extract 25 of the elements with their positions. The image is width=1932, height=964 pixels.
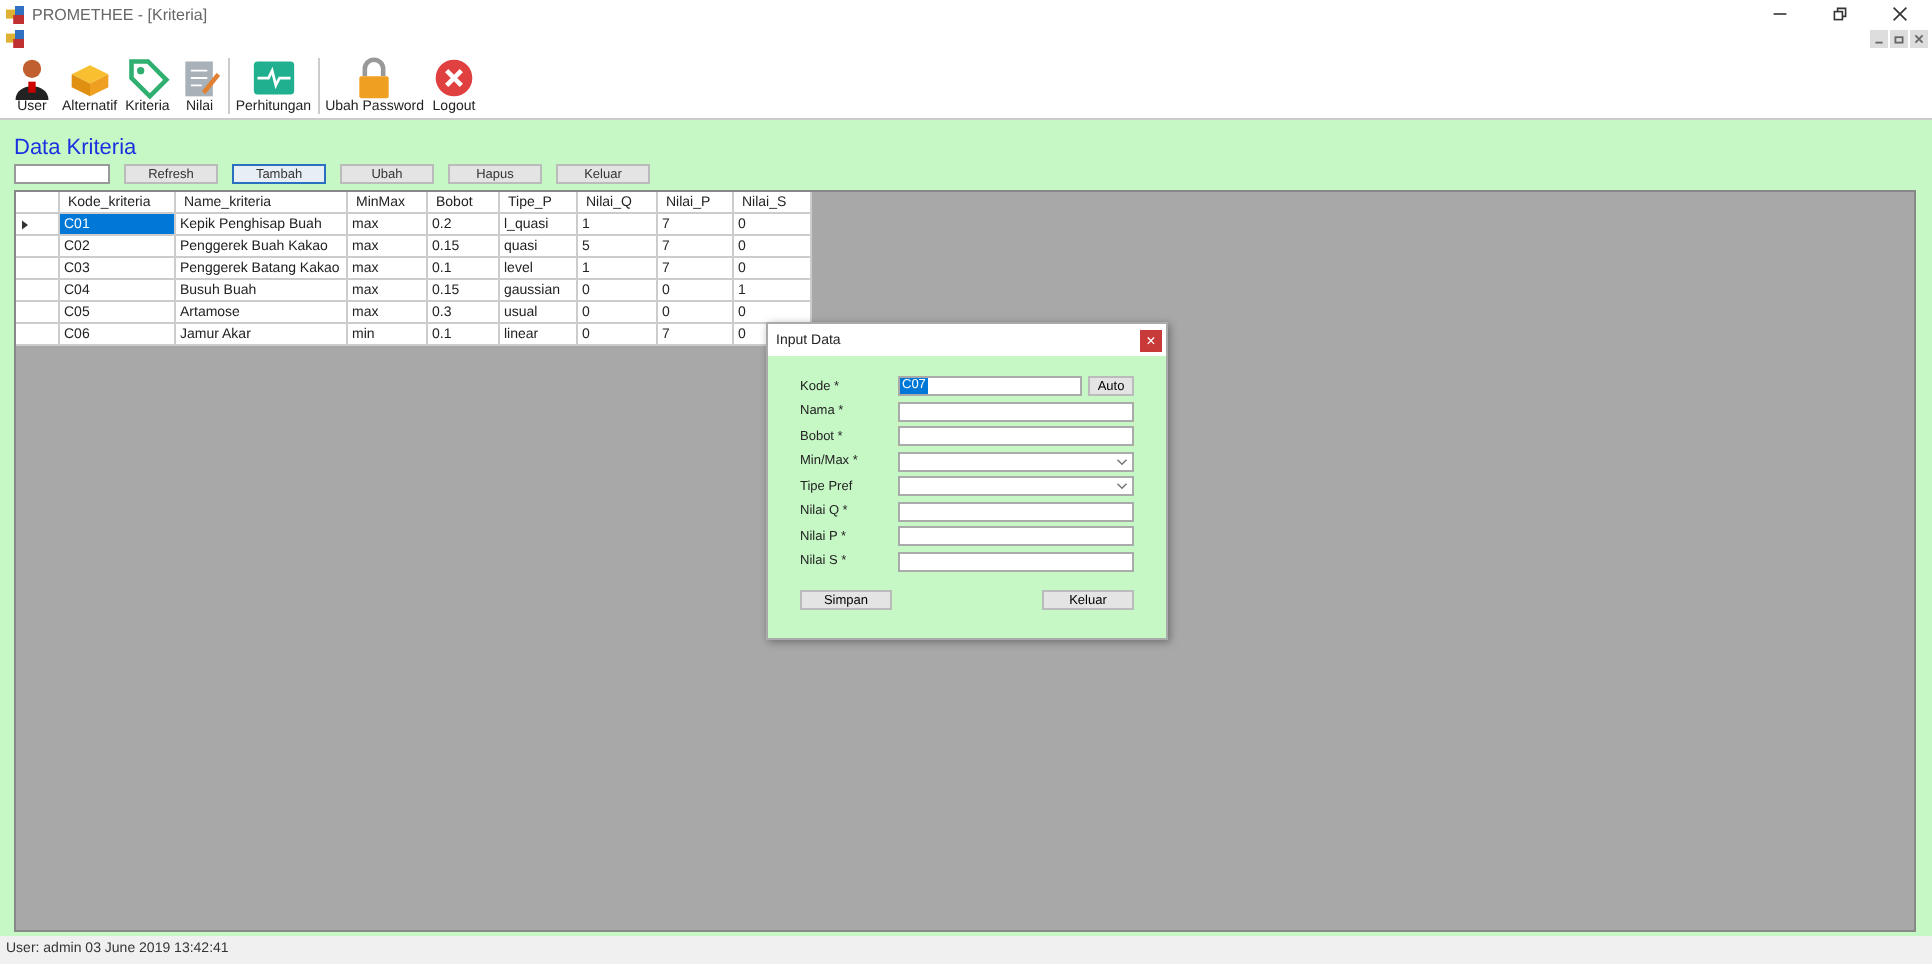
close-icon[interactable] [1892, 6, 1908, 22]
input-field[interactable] [898, 426, 1134, 447]
minimize-icon[interactable] [1870, 29, 1888, 47]
chevron-down-icon [1116, 482, 1128, 491]
input-field[interactable] [898, 526, 1134, 547]
tag-icon [125, 56, 170, 100]
row-pointer-icon [22, 219, 28, 229]
logout-icon [432, 56, 476, 100]
pulse-icon [251, 56, 296, 100]
restore-icon[interactable] [1890, 29, 1908, 47]
chevron-down-icon [1116, 457, 1128, 466]
window-title: PROMETHEE - [Kriteria] [32, 5, 208, 23]
close-icon[interactable] [1910, 29, 1928, 47]
search-field[interactable] [14, 164, 110, 184]
restore-icon[interactable] [1832, 6, 1848, 22]
dropdown[interactable] [898, 476, 1134, 497]
input-field[interactable] [898, 501, 1134, 522]
input-field[interactable] [898, 551, 1134, 572]
app-icon [6, 5, 24, 23]
dropdown[interactable] [898, 451, 1134, 472]
section-heading: Data Kriteria [14, 136, 139, 160]
close-button[interactable]: × [1140, 329, 1162, 351]
user-icon [10, 56, 54, 100]
input-field[interactable] [898, 401, 1134, 422]
document-icon[interactable] [6, 29, 24, 47]
